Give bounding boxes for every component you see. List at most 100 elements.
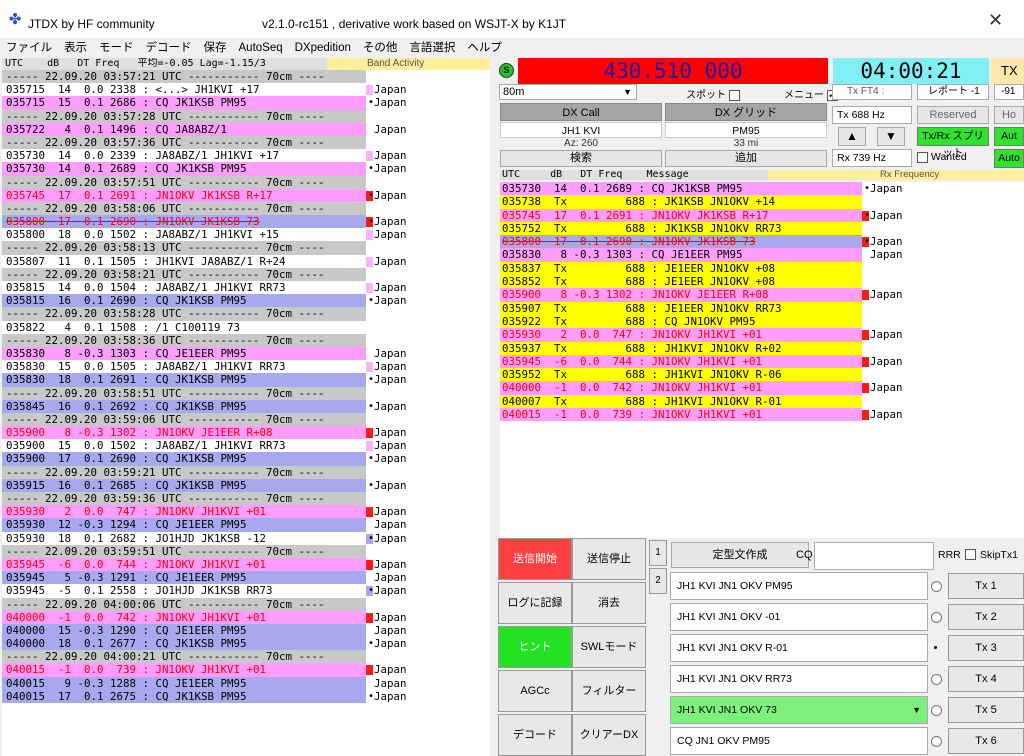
band-select[interactable]: 80m ▼ [499, 84, 637, 100]
tx-frequency-spinner[interactable]: Tx 688 Hz [832, 106, 912, 124]
menu-dxpedition[interactable]: DXpedition [289, 38, 357, 58]
close-icon[interactable]: ✕ [988, 10, 1003, 31]
menu-help[interactable]: ヘルプ [461, 38, 508, 58]
erase-button[interactable]: 消去 [572, 582, 646, 624]
tx-5-button[interactable]: Tx 5 [948, 697, 1024, 723]
tx-3-button[interactable]: Tx 3 [948, 635, 1024, 661]
tune-button[interactable]: ヒント [498, 626, 572, 668]
up-arrow-icon[interactable]: ▲ [838, 127, 866, 146]
menu-file[interactable]: ファイル [0, 38, 58, 58]
rx-row[interactable]: 035937 Tx 688 : JH1KVI JN1OKV R+02 [500, 341, 1024, 355]
rx-row[interactable]: 040000 -1 0.0 742 : JN1OKV JH1KVI +01 Jap… [500, 381, 1024, 395]
decode-row[interactable]: 035815 16 0.1 2690 : CQ JK1KSB PM95 • Japa… [2, 294, 490, 308]
report-spinner[interactable]: レポート -1 [917, 84, 989, 100]
menu-view[interactable]: 表示 [58, 38, 93, 58]
separator-row[interactable]: ----- 22.09.20 03:59:36 UTC ----------- … [2, 492, 490, 506]
separator-row[interactable]: ----- 22.09.20 03:57:28 UTC ----------- … [2, 109, 490, 123]
chevron-down-icon[interactable]: ▼ [912, 697, 921, 723]
rx-row[interactable]: 035900 8 -0.3 1302 : JN1OKV JE1EER R+08 J… [500, 288, 1024, 302]
rx-row[interactable]: 035800 17 0.1 2690 : JN1OKV JK1KSB 73 • Ja… [500, 235, 1024, 249]
rx-row[interactable]: 035852 Tx 688 : JE1EER JN1OKV +08 [500, 275, 1024, 289]
tx-radio-2[interactable] [931, 612, 942, 623]
reserved-button[interactable]: Reserved [917, 106, 989, 124]
tx-radio-4[interactable] [931, 674, 942, 685]
menu-mode[interactable]: モード [93, 38, 140, 58]
auto-button-2[interactable]: Auto [994, 149, 1024, 168]
log-qso-button[interactable]: ログに記録 [498, 582, 572, 624]
menu-save[interactable]: 保存 [198, 38, 233, 58]
menu-checkbox-group[interactable]: メニュー [784, 86, 838, 101]
tx-1-button[interactable]: Tx 1 [948, 573, 1024, 599]
separator-row[interactable]: ----- 22.09.20 03:58:13 UTC ----------- … [2, 241, 490, 255]
dx-grid-input[interactable]: PM95 [665, 122, 827, 138]
decode-row[interactable]: 035830 8 -0.3 1303 : CQ JE1EER PM95 Japan [2, 346, 490, 361]
stop-tx-button[interactable]: 送信停止 [572, 538, 646, 580]
band-activity-panel[interactable]: UTC dB DT Freq 平均=-0.05 Lag=-1.15/3 Band… [2, 58, 490, 756]
rx-row[interactable]: 035730 14 0.1 2689 : CQ JK1KSB PM95 • Japa… [500, 182, 1024, 196]
agcc-button[interactable]: AGCc [498, 670, 572, 712]
tx-message-field-5[interactable]: JH1 KVI JN1 OKV 73 ▼ [670, 696, 928, 724]
rx-row[interactable]: 035752 Tx 688 : JK1KSB JN1OKV RR73 [500, 221, 1024, 236]
decode-row[interactable]: 035830 15 0.0 1505 : JA8ABZ/1 JH1KVI RR7… [2, 360, 490, 374]
decode-row[interactable]: 035722 4 0.1 1496 : CQ JA8ABZ/1 Japan [2, 122, 490, 136]
rrr-checkbox[interactable] [965, 549, 976, 560]
cq-input[interactable] [814, 542, 934, 570]
rx-row[interactable]: 035952 Tx 688 : JH1KVI JN1OKV R-06 [500, 368, 1024, 382]
tx-radio-6[interactable] [931, 736, 942, 747]
add-button[interactable]: 追加 [665, 150, 827, 167]
txrx-split-button[interactable]: Tx/Rx スプリット [917, 127, 989, 159]
decode-row[interactable]: 035845 16 0.1 2692 : CQ JK1KSB PM95 • Japa… [2, 399, 490, 413]
hold-button[interactable]: Ho [994, 106, 1024, 124]
decode-row[interactable]: 035800 17 0.1 2690 : JN1OKV JK1KSB 73 • Ja… [2, 215, 490, 229]
decode-row[interactable]: 035730 14 0.0 2339 : JA8ABZ/1 JH1KVI +17… [2, 149, 490, 163]
decode-row[interactable]: 035915 16 0.1 2685 : CQ JK1KSB PM95 • Japa… [2, 478, 490, 492]
tx-radio-3[interactable] [931, 643, 942, 654]
separator-row[interactable]: ----- 22.09.20 04:00:21 UTC ----------- … [2, 650, 490, 664]
separator-row[interactable]: ----- 22.09.20 03:58:06 UTC ----------- … [2, 201, 490, 216]
decode-row[interactable]: 035715 15 0.1 2686 : CQ JK1KSB PM95 • Japa… [2, 96, 490, 110]
tab-1[interactable]: 1 [649, 540, 667, 566]
rx-row[interactable]: 035738 Tx 688 : JK1KSB JN1OKV +14 [500, 195, 1024, 209]
lookup-button[interactable]: 検索 [500, 150, 662, 167]
rx-frequency-list[interactable]: 035730 14 0.1 2689 : CQ JK1KSB PM95 • Japa… [500, 182, 1024, 538]
separator-row[interactable]: ----- 22.09.20 03:57:21 UTC ----------- … [2, 70, 490, 84]
rx-row[interactable]: 035907 Tx 688 : JE1EER JN1OKV RR73 [500, 301, 1024, 315]
menu-decode[interactable]: デコード [140, 38, 198, 58]
tx-message-field-2[interactable]: JH1 KVI JN1 OKV -01 [670, 603, 928, 631]
separator-row[interactable]: ----- 22.09.20 03:59:51 UTC ----------- … [2, 544, 490, 558]
clear-dx-button[interactable]: クリアーDX [572, 714, 646, 756]
decode-row[interactable]: 035800 18 0.0 1502 : JA8ABZ/1 JH1KVI +15… [2, 228, 490, 242]
rx-row[interactable]: 035830 8 -0.3 1303 : CQ JE1EER PM95 Japan [500, 248, 1024, 262]
tx-6-button[interactable]: Tx 6 [948, 728, 1024, 754]
db-spinner[interactable]: -91 [994, 84, 1024, 100]
decode-row[interactable]: 035900 17 0.1 2690 : CQ JK1KSB PM95 • Japa… [2, 452, 490, 466]
decode-row[interactable]: 035900 15 0.0 1502 : JA8ABZ/1 JH1KVI RR7… [2, 439, 490, 453]
decode-row[interactable]: 035900 8 -0.3 1302 : JN1OKV JE1EER R+08 J… [2, 426, 490, 440]
dx-call-input[interactable]: JH1 KVI [500, 122, 662, 138]
tx-radio-5[interactable] [931, 705, 942, 716]
decode-button[interactable]: デコード [498, 714, 572, 756]
rx-row[interactable]: 035837 Tx 688 : JE1EER JN1OKV +08 [500, 261, 1024, 276]
separator-row[interactable]: ----- 22.09.20 03:58:51 UTC ----------- … [2, 386, 490, 400]
wanted-checkbox[interactable] [917, 151, 928, 163]
decode-row[interactable]: 040000 -1 0.0 742 : JN1OKV JH1KVI +01 Jap… [2, 610, 490, 624]
filter-button[interactable]: フィルター [572, 670, 646, 712]
tx-radio-1[interactable] [931, 581, 942, 592]
down-arrow-icon[interactable]: ▼ [877, 127, 905, 146]
decode-row[interactable]: 035730 14 0.1 2689 : CQ JK1KSB PM95 • Japa… [2, 162, 490, 176]
separator-row[interactable]: ----- 22.09.20 03:57:51 UTC ----------- … [2, 175, 490, 189]
decode-row[interactable]: 035945 -5 0.1 2558 : JO1HJD JK1KSB RR73 •… [2, 584, 490, 598]
tx-2-button[interactable]: Tx 2 [948, 604, 1024, 630]
menu-autoseq[interactable]: AutoSeq [233, 38, 289, 58]
wanted-checkbox-group[interactable]: Wanted [917, 151, 967, 163]
separator-row[interactable]: ----- 22.09.20 03:58:36 UTC ----------- … [2, 333, 490, 347]
generate-messages-button[interactable]: 定型文作成 [671, 542, 809, 568]
rx-row[interactable]: 040007 Tx 688 : JH1KVI JN1OKV R-01 [500, 394, 1024, 409]
decode-row[interactable]: 035745 17 0.1 2691 : JN1OKV JK1KSB R+17 •… [2, 188, 490, 202]
auto-button-1[interactable]: Aut [994, 127, 1024, 146]
separator-row[interactable]: ----- 22.09.20 03:58:28 UTC ----------- … [2, 307, 490, 321]
decode-row[interactable]: 040015 9 -0.3 1288 : CQ JE1EER PM95 Japan [2, 676, 490, 690]
tx-message-field-4[interactable]: JH1 KVI JN1 OKV RR73 [670, 665, 928, 693]
separator-row[interactable]: ----- 22.09.20 03:59:06 UTC ----------- … [2, 412, 490, 427]
decode-row[interactable]: 040015 17 0.1 2675 : CQ JK1KSB PM95 • Japa… [2, 689, 490, 703]
